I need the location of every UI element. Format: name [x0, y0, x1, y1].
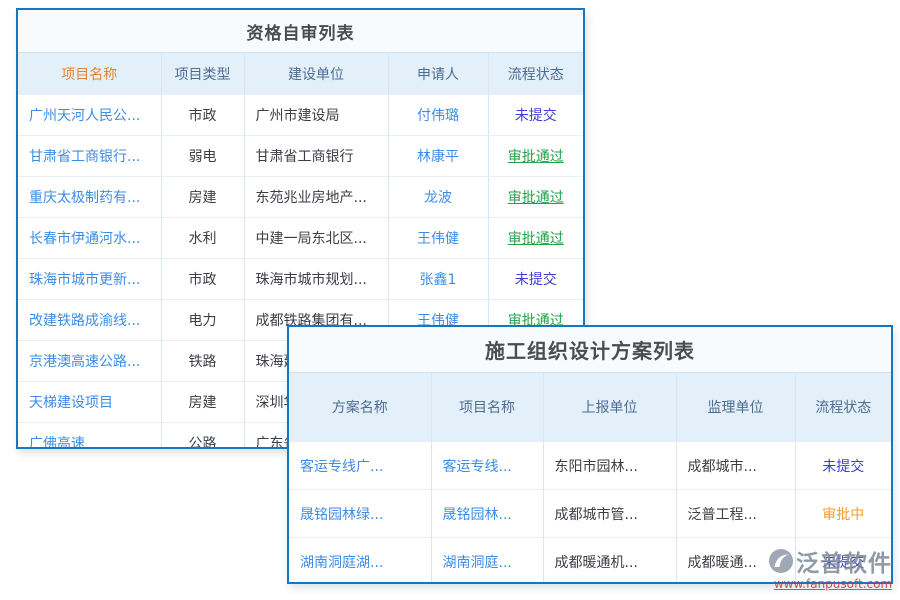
project-name-link[interactable]: 京港澳高速公路... — [18, 341, 161, 382]
plan-name-link[interactable]: 客运专线广... — [289, 442, 431, 490]
construction-org-design-window: 施工组织设计方案列表 方案名称 项目名称 上报单位 监理单位 流程状态 客运专线… — [287, 325, 893, 584]
project-name-link[interactable]: 广州天河人民公... — [18, 95, 161, 136]
status-badge[interactable]: 未提交 — [822, 459, 864, 475]
build-unit: 甘肃省工商银行 — [244, 136, 388, 177]
col-header-flow-status[interactable]: 流程状态 — [795, 373, 891, 442]
build-unit: 珠海市城市规划... — [244, 259, 388, 300]
table-row: 长春市伊通河水... 水利 中建一局东北区... 王伟健 审批通过 — [18, 218, 583, 259]
col-header-project-name[interactable]: 项目名称 — [431, 373, 543, 442]
project-name-link[interactable]: 重庆太极制药有... — [18, 177, 161, 218]
applicant-link[interactable]: 王伟健 — [388, 218, 488, 259]
project-type: 市政 — [161, 259, 244, 300]
applicant-link[interactable]: 龙波 — [388, 177, 488, 218]
col-header-build-unit[interactable]: 建设单位 — [244, 53, 388, 95]
col-header-applicant[interactable]: 申请人 — [388, 53, 488, 95]
qualification-window-title: 资格自审列表 — [18, 10, 583, 53]
project-type: 市政 — [161, 95, 244, 136]
col-header-supervision-unit[interactable]: 监理单位 — [676, 373, 795, 442]
status-badge[interactable]: 未提交 — [822, 555, 864, 571]
project-name-link[interactable]: 天梯建设项目 — [18, 382, 161, 423]
supervision-unit: 成都暖通... — [676, 538, 795, 585]
table-row: 广州天河人民公... 市政 广州市建设局 付伟璐 未提交 — [18, 95, 583, 136]
qualification-header-row: 项目名称 项目类型 建设单位 申请人 流程状态 — [18, 53, 583, 95]
project-name-link[interactable]: 珠海市城市更新... — [18, 259, 161, 300]
project-type: 电力 — [161, 300, 244, 341]
col-header-flow-status[interactable]: 流程状态 — [488, 53, 583, 95]
report-unit: 东阳市园林... — [543, 442, 676, 490]
status-badge[interactable]: 审批通过 — [508, 190, 564, 206]
status-badge[interactable]: 未提交 — [515, 108, 557, 124]
col-header-plan-name[interactable]: 方案名称 — [289, 373, 431, 442]
supervision-unit: 泛普工程... — [676, 490, 795, 538]
col-header-report-unit[interactable]: 上报单位 — [543, 373, 676, 442]
report-unit: 成都城市管... — [543, 490, 676, 538]
supervision-unit: 成都城市... — [676, 442, 795, 490]
construction-window-title: 施工组织设计方案列表 — [289, 327, 891, 373]
project-type: 弱电 — [161, 136, 244, 177]
col-header-project-type[interactable]: 项目类型 — [161, 53, 244, 95]
status-badge[interactable]: 审批通过 — [508, 149, 564, 165]
project-name-link[interactable]: 湖南洞庭... — [431, 538, 543, 585]
applicant-link[interactable]: 付伟璐 — [388, 95, 488, 136]
project-name-link[interactable]: 广佛高速 — [18, 423, 161, 450]
project-type: 房建 — [161, 177, 244, 218]
table-row: 晟铭园林绿... 晟铭园林... 成都城市管... 泛普工程... 审批中 — [289, 490, 891, 538]
construction-table: 方案名称 项目名称 上报单位 监理单位 流程状态 客运专线广... 客运专线..… — [289, 373, 891, 584]
project-name-link[interactable]: 改建铁路成渝线... — [18, 300, 161, 341]
project-type: 水利 — [161, 218, 244, 259]
project-name-link[interactable]: 甘肃省工商银行... — [18, 136, 161, 177]
project-type: 公路 — [161, 423, 244, 450]
project-type: 房建 — [161, 382, 244, 423]
construction-header-row: 方案名称 项目名称 上报单位 监理单位 流程状态 — [289, 373, 891, 442]
table-row: 甘肃省工商银行... 弱电 甘肃省工商银行 林康平 审批通过 — [18, 136, 583, 177]
table-row: 珠海市城市更新... 市政 珠海市城市规划... 张鑫1 未提交 — [18, 259, 583, 300]
table-row: 湖南洞庭湖... 湖南洞庭... 成都暖通机... 成都暖通... 未提交 — [289, 538, 891, 585]
table-row: 客运专线广... 客运专线... 东阳市园林... 成都城市... 未提交 — [289, 442, 891, 490]
build-unit: 中建一局东北区... — [244, 218, 388, 259]
status-badge[interactable]: 审批中 — [822, 507, 864, 523]
col-header-project-name[interactable]: 项目名称 — [18, 53, 161, 95]
build-unit: 东苑兆业房地产... — [244, 177, 388, 218]
status-badge[interactable]: 未提交 — [515, 272, 557, 288]
project-name-link[interactable]: 长春市伊通河水... — [18, 218, 161, 259]
status-badge[interactable]: 审批通过 — [508, 231, 564, 247]
table-row: 重庆太极制药有... 房建 东苑兆业房地产... 龙波 审批通过 — [18, 177, 583, 218]
plan-name-link[interactable]: 晟铭园林绿... — [289, 490, 431, 538]
applicant-link[interactable]: 张鑫1 — [388, 259, 488, 300]
report-unit: 成都暖通机... — [543, 538, 676, 585]
project-name-link[interactable]: 晟铭园林... — [431, 490, 543, 538]
plan-name-link[interactable]: 湖南洞庭湖... — [289, 538, 431, 585]
applicant-link[interactable]: 林康平 — [388, 136, 488, 177]
project-name-link[interactable]: 客运专线... — [431, 442, 543, 490]
build-unit: 广州市建设局 — [244, 95, 388, 136]
project-type: 铁路 — [161, 341, 244, 382]
